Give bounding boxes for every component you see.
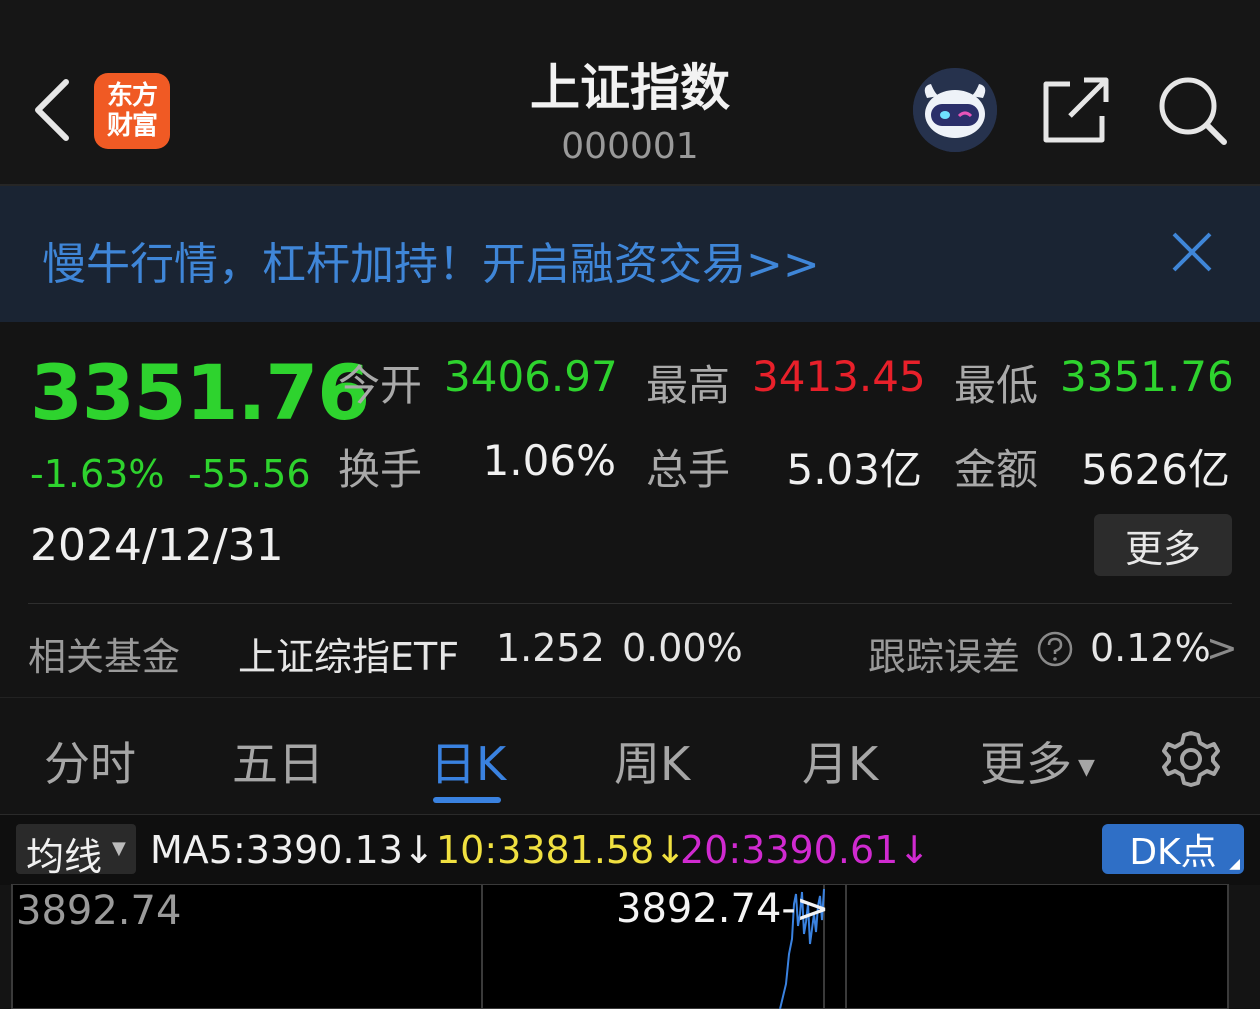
chart-max-label: 3892.74 — [16, 888, 182, 934]
tab-more-label: 更多 — [980, 737, 1072, 791]
high-value: 3413.45 — [752, 352, 926, 401]
tracking-error-label: 跟踪误差 — [868, 635, 1021, 679]
tab-intraday[interactable]: 分时 — [44, 728, 136, 794]
search-icon — [1159, 77, 1227, 145]
turnover-value: 1.06% — [482, 436, 616, 485]
change-percent: -1.63% — [30, 452, 165, 496]
question-icon — [1037, 631, 1073, 667]
gear-icon — [1162, 731, 1220, 787]
high-label: 最高 — [646, 361, 731, 410]
amount-label: 金额 — [954, 445, 1039, 494]
chart-settings-button[interactable] — [1160, 728, 1222, 790]
share-icon — [1043, 77, 1109, 143]
ma20-value: 20:3390.61↓ — [680, 828, 931, 872]
caret-down-icon: ▼ — [112, 838, 126, 859]
dk-point-button[interactable]: DK点 ◢ — [1102, 824, 1244, 874]
share-button[interactable] — [1040, 74, 1112, 146]
ma10-value: 10:3381.58↓ — [436, 828, 687, 872]
tab-monthly-k[interactable]: 月K — [802, 728, 878, 794]
tracking-error-value: 0.12% — [1090, 626, 1211, 670]
robot-avatar-button[interactable] — [913, 68, 997, 152]
logo-line-2: 财富 — [106, 111, 158, 141]
help-button[interactable] — [1036, 630, 1074, 668]
divider — [28, 603, 1232, 604]
banner-close-button[interactable] — [1166, 226, 1218, 278]
ma5-value: MA5:3390.13↓ — [150, 828, 435, 872]
page-title: 上证指数 — [530, 59, 730, 117]
search-button[interactable] — [1156, 74, 1228, 146]
tab-daily-k[interactable]: 日K — [430, 728, 506, 794]
low-label: 最低 — [954, 361, 1039, 410]
more-quote-button[interactable]: 更多 — [1094, 514, 1232, 576]
stock-code: 000001 — [561, 126, 699, 167]
tab-weekly-k[interactable]: 周K — [614, 728, 690, 794]
tab-more[interactable]: 更多 ▼ — [980, 728, 1095, 794]
turnover-label: 换手 — [338, 445, 423, 494]
ma-type-label[interactable]: 均线 — [26, 826, 102, 881]
amount-value: 5626亿 — [1081, 445, 1230, 494]
back-arrow-icon — [35, 79, 69, 141]
chevron-right-icon[interactable]: > — [1206, 626, 1238, 670]
caret-down-icon: ▼ — [1078, 755, 1095, 780]
tab-five-day[interactable]: 五日 — [232, 728, 324, 794]
app-logo: 东方 财富 — [94, 73, 170, 149]
open-value: 3406.97 — [444, 352, 618, 401]
logo-line-1: 东方 — [106, 81, 158, 111]
robot-avatar-icon — [913, 68, 997, 152]
close-icon — [1172, 232, 1212, 272]
banner-text[interactable]: 慢牛行情，杠杆加持！开启融资交易>> — [42, 228, 820, 292]
fund-name[interactable]: 上证综指ETF — [238, 626, 459, 681]
corner-triangle-icon: ◢ — [1229, 856, 1240, 872]
dk-label: DK点 — [1129, 832, 1217, 873]
fund-price: 1.252 — [496, 626, 605, 670]
chart-max-annotation: 3892.74-> — [616, 886, 830, 932]
volume-value: 5.03亿 — [786, 445, 922, 494]
fund-change: 0.00% — [622, 626, 743, 670]
low-value: 3351.76 — [1060, 352, 1234, 401]
active-tab-indicator — [433, 797, 501, 803]
change-value: -55.56 — [188, 452, 311, 496]
volume-label: 总手 — [646, 445, 731, 494]
open-label: 今开 — [338, 361, 423, 410]
quote-date: 2024/12/31 — [30, 520, 284, 571]
current-price: 3351.76 — [30, 348, 370, 437]
back-button[interactable] — [22, 72, 82, 148]
related-fund-label: 相关基金 — [28, 635, 181, 679]
